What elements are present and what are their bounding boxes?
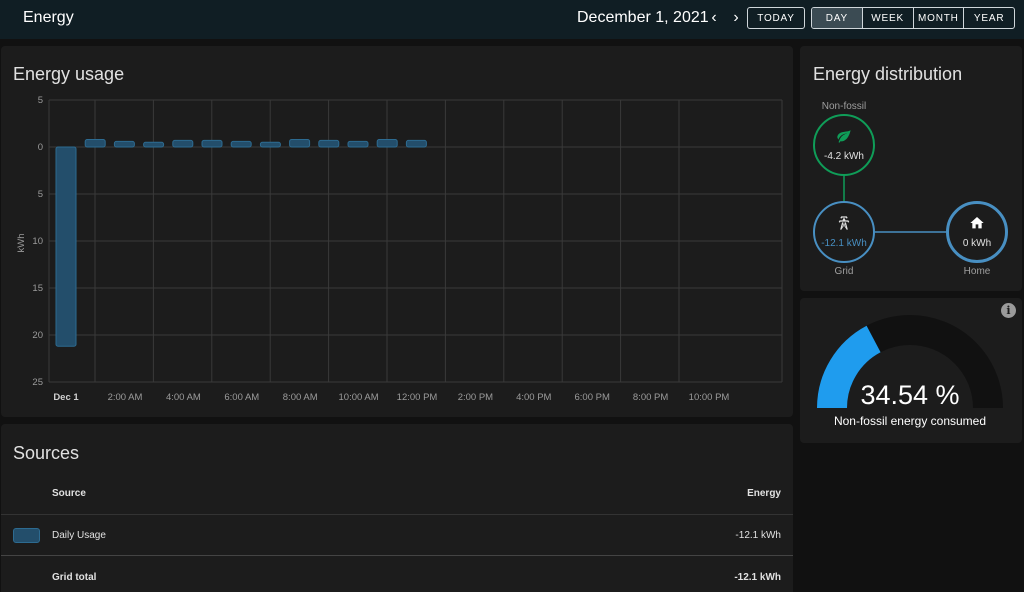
divider	[1, 555, 793, 556]
energy-column-header: Energy	[747, 488, 781, 499]
grid-total-label: Grid total	[52, 572, 97, 583]
gauge-label: Non-fossil energy consumed	[833, 414, 987, 428]
source-name: Daily Usage	[52, 530, 106, 541]
gauge-value: 34.54 %	[860, 380, 960, 410]
source-column-header: Source	[52, 488, 86, 499]
sources-title: Sources	[13, 443, 80, 463]
grid-total-value: -12.1 kWh	[734, 572, 781, 583]
source-energy: -12.1 kWh	[735, 530, 781, 541]
daily-usage-swatch	[13, 528, 40, 543]
sources-card	[1, 424, 793, 592]
divider	[1, 514, 793, 515]
